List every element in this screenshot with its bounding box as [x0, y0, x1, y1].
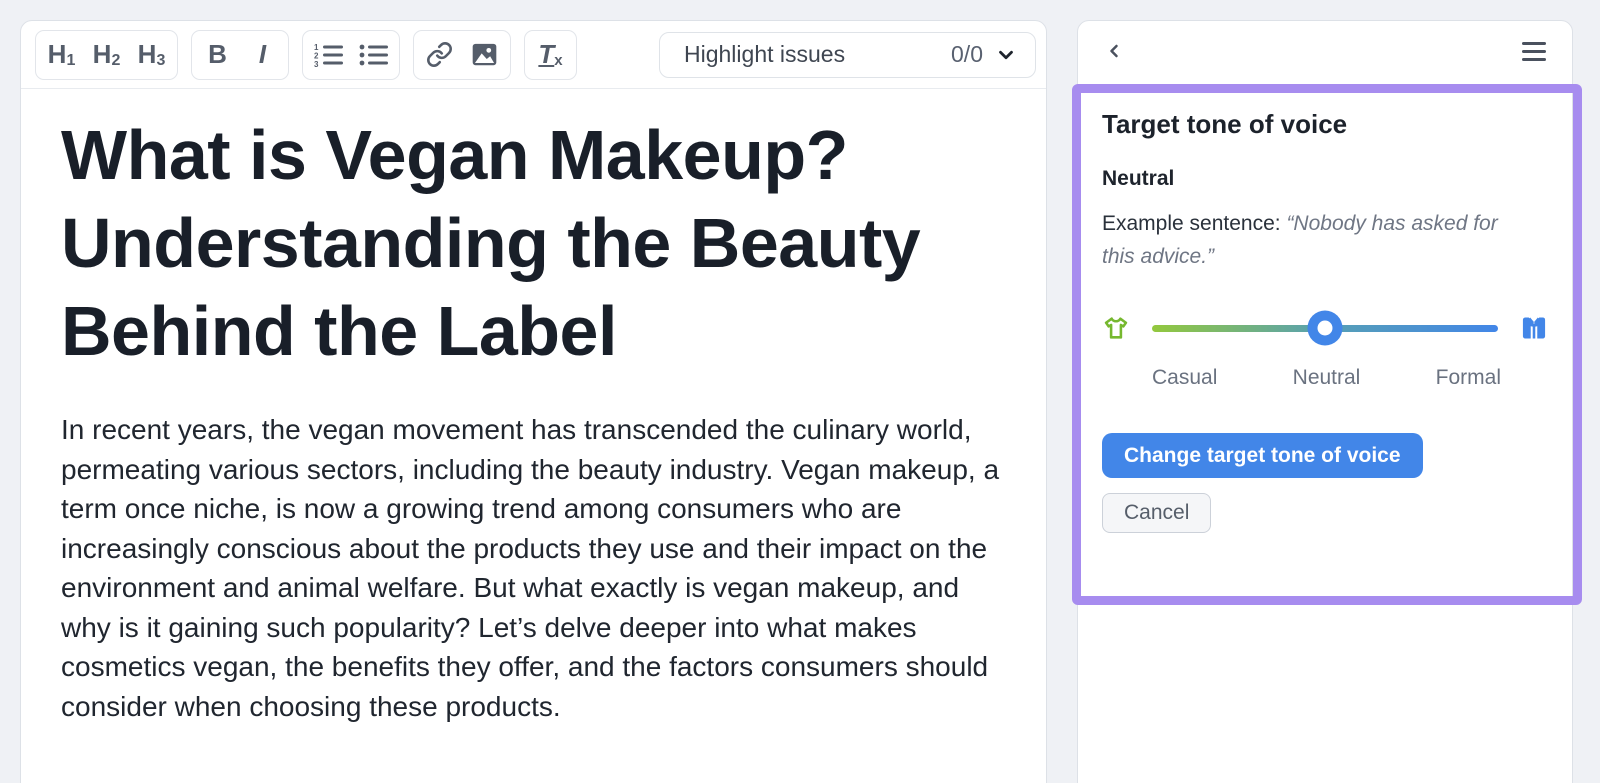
bullet-list-icon — [359, 42, 389, 68]
image-icon — [471, 41, 498, 68]
media-button-group — [413, 29, 511, 80]
slider-label-casual[interactable]: Casual — [1152, 366, 1217, 390]
heading-1-label: H — [47, 39, 67, 69]
highlight-issues-dropdown[interactable]: Highlight issues 0/0 — [659, 31, 1036, 78]
back-button[interactable] — [1104, 39, 1124, 63]
link-button[interactable] — [417, 33, 462, 77]
heading-2-button[interactable]: H2 — [84, 33, 129, 77]
ordered-list-button[interactable]: 1 2 3 — [306, 33, 351, 77]
ordered-list-icon: 1 2 3 — [314, 42, 344, 68]
cancel-button[interactable]: Cancel — [1102, 493, 1212, 533]
target-tone-section: Target tone of voice Neutral Example sen… — [1078, 81, 1572, 533]
heading-2-label: H — [92, 39, 112, 69]
heading-3-label: H — [137, 39, 157, 69]
heading-3-button[interactable]: H3 — [129, 33, 174, 77]
bold-button[interactable]: B — [195, 33, 240, 77]
clear-format-button-group: Tx — [524, 29, 577, 80]
tone-slider-row — [1102, 310, 1548, 346]
tone-slider-thumb[interactable] — [1307, 310, 1343, 346]
tone-slider-labels: Casual Neutral Formal — [1152, 366, 1501, 390]
formal-shirt-icon — [1520, 314, 1548, 342]
clear-formatting-label: T — [538, 39, 555, 69]
heading-button-group: H1 H2 H3 — [35, 29, 178, 80]
current-tone-value: Neutral — [1102, 167, 1175, 190]
heading-3-sub: 3 — [156, 51, 166, 69]
example-sentence: Example sentence: “Nobody has asked for … — [1102, 207, 1534, 273]
text-style-button-group: B I — [191, 29, 289, 80]
tone-slider-track[interactable] — [1152, 310, 1498, 346]
clear-formatting-sub: x — [554, 52, 563, 69]
bullet-list-button[interactable] — [351, 33, 396, 77]
issues-count-badge: 0/0 — [951, 41, 983, 67]
heading-1-button[interactable]: H1 — [39, 33, 84, 77]
tshirt-casual-icon — [1102, 314, 1130, 342]
link-icon — [426, 41, 453, 68]
insert-image-button[interactable] — [462, 33, 507, 77]
side-panel-header — [1078, 21, 1572, 81]
change-tone-button[interactable]: Change target tone of voice — [1102, 433, 1423, 478]
editor-panel: H1 H2 H3 B I 1 2 3 T x Highlight issues … — [20, 20, 1047, 783]
slider-label-neutral[interactable]: Neutral — [1293, 366, 1361, 390]
chevron-down-icon — [995, 44, 1017, 66]
hamburger-icon — [1522, 41, 1546, 45]
clear-formatting-button[interactable]: Tx — [528, 33, 573, 77]
heading-1-sub: 1 — [66, 51, 76, 69]
svg-text:3: 3 — [314, 60, 319, 68]
document-title[interactable]: What is Vegan Makeup? Understanding the … — [61, 111, 981, 375]
tone-section-title: Target tone of voice — [1102, 109, 1348, 139]
highlight-issues-label: Highlight issues — [684, 41, 846, 67]
menu-button[interactable] — [1522, 41, 1546, 61]
example-sentence-label: Example sentence: — [1102, 212, 1287, 235]
italic-button[interactable]: I — [240, 33, 285, 77]
document-paragraph[interactable]: In recent years, the vegan movement has … — [61, 410, 1006, 726]
chevron-left-icon — [1104, 39, 1124, 63]
tone-of-voice-panel: Target tone of voice Neutral Example sen… — [1077, 20, 1573, 783]
slider-label-formal[interactable]: Formal — [1436, 366, 1501, 390]
list-button-group: 1 2 3 — [302, 29, 400, 80]
italic-label: I — [258, 39, 267, 69]
document-editor-area[interactable]: What is Vegan Makeup? Understanding the … — [21, 89, 1046, 726]
heading-2-sub: 2 — [111, 51, 121, 69]
bold-label: B — [208, 39, 227, 69]
editor-toolbar: H1 H2 H3 B I 1 2 3 T x Highlight issues … — [21, 21, 1046, 89]
